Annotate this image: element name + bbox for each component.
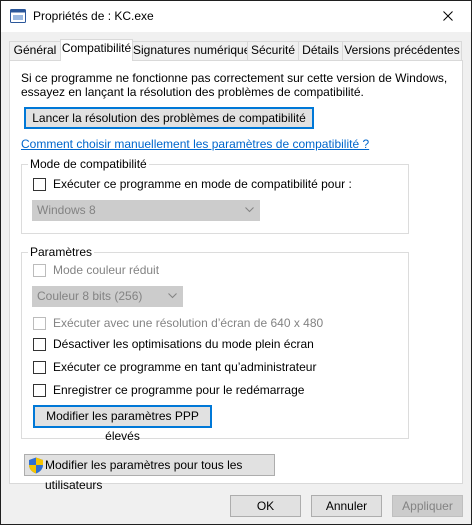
compatibility-mode-group [21,164,409,234]
resolution-640-checkbox[interactable] [33,317,46,330]
intro-text-line-1: Si ce programme ne fonctionne pas correc… [21,71,448,85]
chevron-down-icon [245,207,254,213]
color-depth-select-value: Couleur 8 bits (256) [37,289,143,303]
manual-settings-link[interactable]: Comment choisir manuellement les paramèt… [21,137,369,151]
tab-details[interactable]: Détails [298,41,343,60]
run-as-admin-label: Exécuter ce programme en tant qu’adminis… [53,360,317,374]
app-window-icon [10,9,26,23]
compatibility-mode-checkbox[interactable] [33,178,46,191]
fullscreen-optimizations-label: Désactiver les optimisations du mode ple… [53,337,314,351]
compatibility-panel: Si ce programme ne fonctionne pas correc… [9,60,463,492]
properties-dialog: Propriétés de : KC.exe Général Compatibi… [0,0,472,525]
tab-compatibility[interactable]: Compatibilité [60,39,133,61]
tab-security[interactable]: Sécurité [247,41,299,60]
compatibility-os-select[interactable]: Windows 8 [32,200,260,221]
compatibility-mode-checkbox-label: Exécuter ce programme en mode de compati… [53,177,352,191]
change-all-users-button[interactable]: Modifier les paramètres pour tous les ut… [24,454,275,492]
tab-strip: Général Compatibilité Signatures numériq… [9,39,463,61]
run-as-admin-checkbox[interactable] [33,361,46,374]
cancel-button[interactable]: Annuler [311,495,382,517]
ok-button[interactable]: OK [230,495,301,517]
apply-button[interactable]: Appliquer [392,495,463,517]
fullscreen-optimizations-checkbox[interactable] [33,338,46,351]
reduced-color-label: Mode couleur réduit [53,263,160,277]
tab-general[interactable]: Général [9,41,61,60]
chevron-down-icon [168,293,177,299]
reduced-color-checkbox[interactable] [33,264,46,277]
close-button[interactable] [425,1,471,31]
tab-previous-versions[interactable]: Versions précédentes [342,41,462,60]
register-restart-label: Enregistrer ce programme pour le redémar… [53,383,305,397]
change-dpi-settings-button[interactable]: Modifier les paramètres PPP élevés [33,405,212,443]
compatibility-os-select-value: Windows 8 [37,203,96,217]
change-all-users-label: Modifier les paramètres pour tous les ut… [45,458,243,492]
color-depth-select[interactable]: Couleur 8 bits (256) [32,286,183,307]
close-icon [443,11,453,21]
uac-shield-icon [29,457,43,474]
window-title: Propriétés de : KC.exe [33,9,154,23]
tab-digital-signatures[interactable]: Signatures numériques [132,41,256,60]
resolution-640-label: Exécuter avec une résolution d’écran de … [53,316,324,330]
title-bar[interactable]: Propriétés de : KC.exe [1,1,471,32]
run-troubleshooter-button[interactable]: Lancer la résolution des problèmes de co… [24,107,314,129]
settings-group-label: Paramètres [28,245,95,259]
compatibility-mode-group-label: Mode de compatibilité [28,157,149,171]
register-restart-checkbox[interactable] [33,384,46,397]
intro-text-line-2: essayez en lançant la résolution des pro… [21,85,364,99]
